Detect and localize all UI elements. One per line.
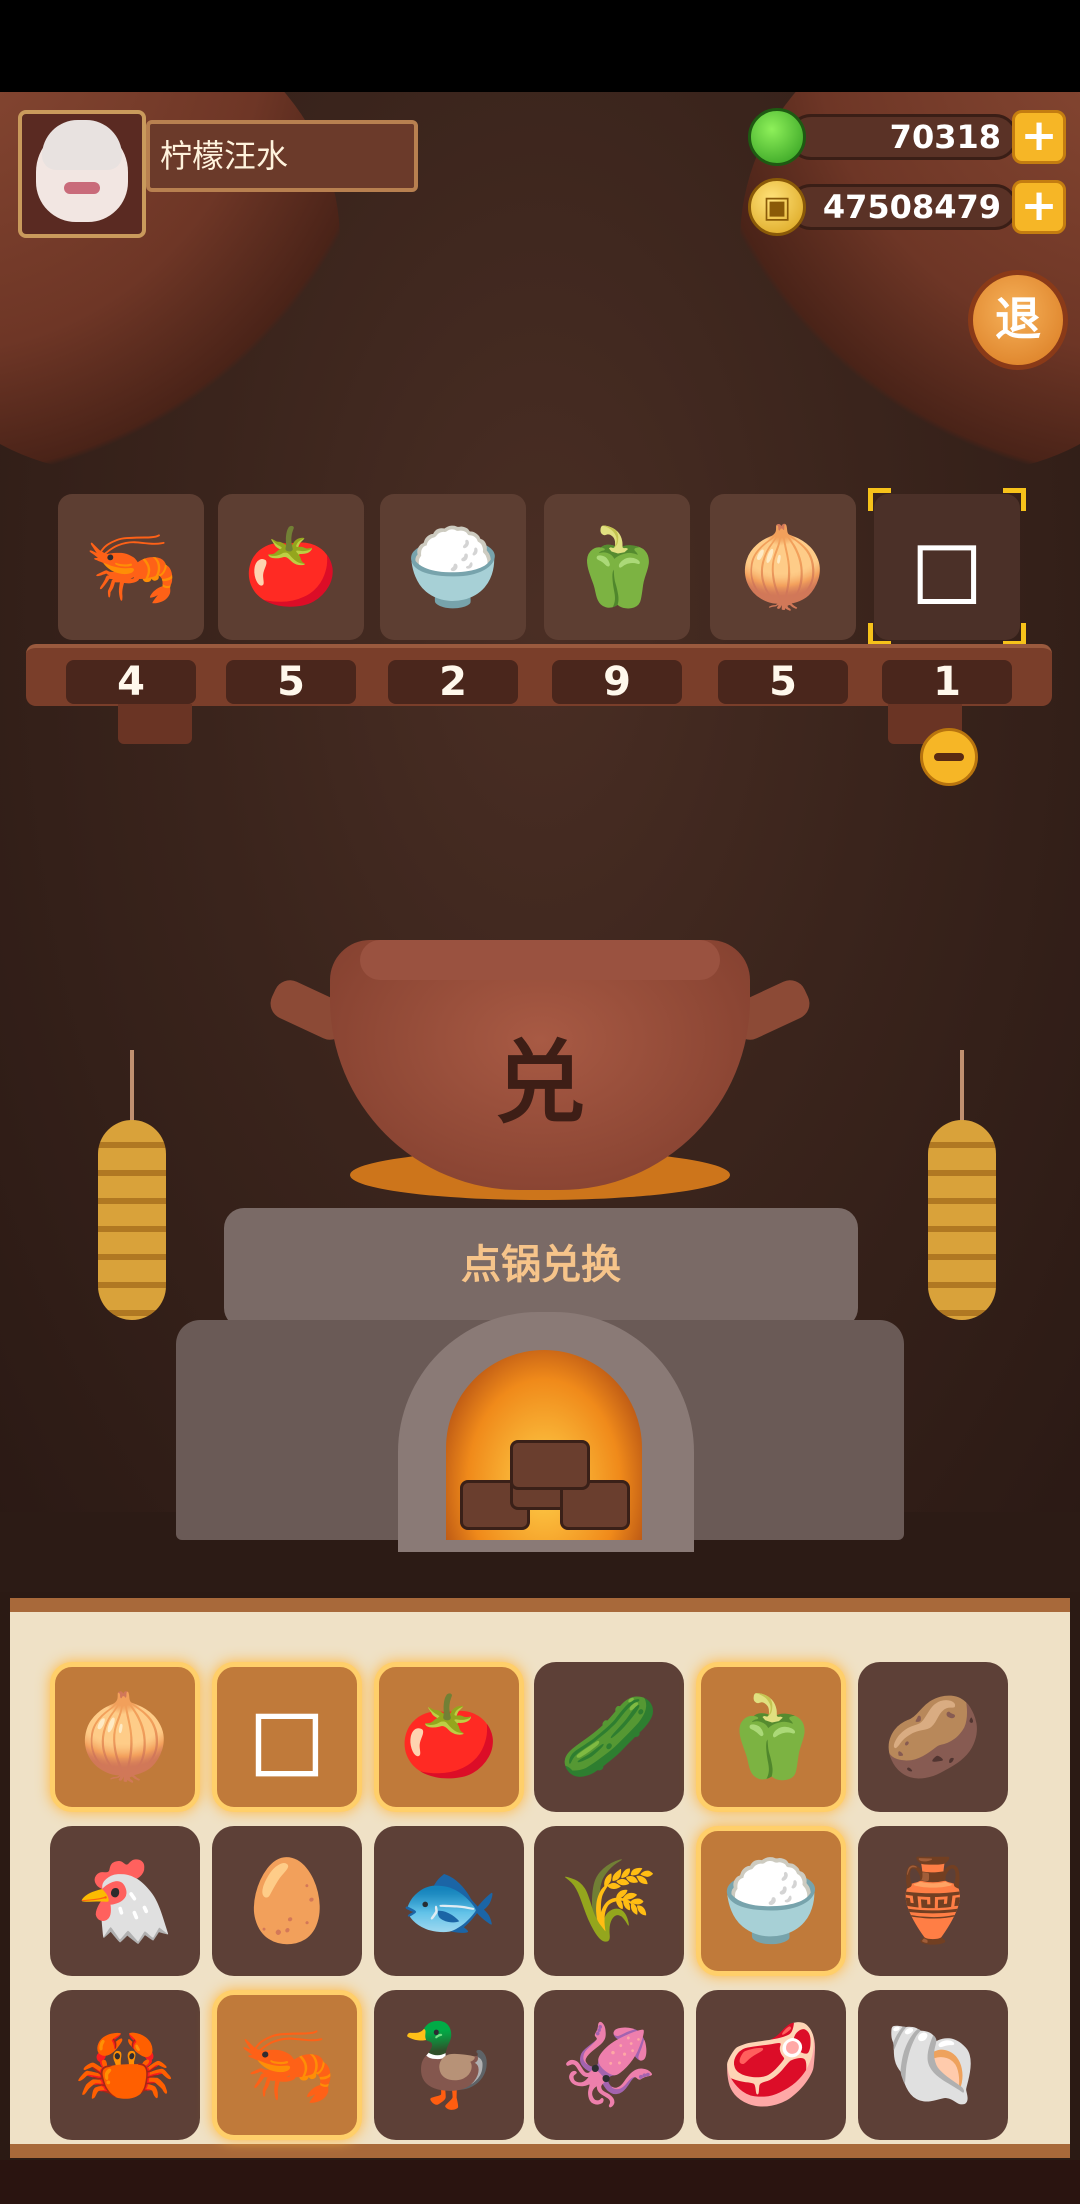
username: 柠檬汪水	[146, 120, 418, 192]
inventory-item-green-pepper[interactable]: 🫑	[696, 1662, 846, 1812]
selection-corner	[1003, 488, 1026, 511]
coin-icon: ▣	[748, 178, 806, 236]
inventory-item-tomato[interactable]: 🍅	[374, 1662, 524, 1812]
squid-icon: 🦑	[559, 2018, 659, 2111]
nav-bar	[0, 2160, 1080, 2204]
chicken-icon: 🐔	[75, 1854, 175, 1947]
rice-bowl-icon: 🍚	[405, 522, 501, 611]
shrimp-icon: 🦐	[237, 2018, 337, 2111]
selected-slot-tomato[interactable]: 🍅	[218, 494, 364, 640]
shrimp-icon: 🦐	[83, 522, 179, 611]
inventory-item-fish[interactable]: 🐟	[374, 1826, 524, 1976]
gem-icon	[748, 108, 806, 166]
exit-button[interactable]: 退	[968, 270, 1068, 370]
selected-slot-scallion[interactable]: 🧅	[710, 494, 856, 640]
ingredient-count: 1	[882, 660, 1012, 704]
inventory-item-meat[interactable]: 🥩	[696, 1990, 846, 2140]
inventory-panel: 🧅 ◻ 🍅 🥒 🫑 🥔 🐔 🥚 🐟 🌾 🍚 🏺 🦀 🦐 🦆 🦑 🥩 🐚	[10, 1598, 1070, 2158]
cucumber-icon: 🥒	[559, 1690, 659, 1783]
selected-slot-tofu[interactable]: ◻	[868, 488, 1026, 646]
status-bar	[0, 0, 1080, 92]
inventory-item-jar[interactable]: 🏺	[858, 1826, 1008, 1976]
ingredient-count: 5	[226, 660, 356, 704]
ingredient-count: 9	[552, 660, 682, 704]
gem-counter: 70318 +	[748, 108, 1066, 166]
inventory-item-squid[interactable]: 🦑	[534, 1990, 684, 2140]
ingredient-count: 5	[718, 660, 848, 704]
green-pepper-icon: 🫑	[721, 1690, 821, 1783]
scallion-icon: 🧅	[75, 1690, 175, 1783]
meat-icon: 🥩	[721, 2018, 821, 2111]
inventory-item-flour-sack[interactable]: 🌾	[534, 1826, 684, 1976]
crab-icon: 🦀	[75, 2018, 175, 2111]
selection-corner	[868, 488, 891, 511]
hanging-corn-icon	[98, 1120, 166, 1320]
tofu-icon: ◻	[247, 1681, 327, 1793]
coin-amount: 47508479	[788, 184, 1018, 230]
selected-slot-rice-bowl[interactable]: 🍚	[380, 494, 526, 640]
selected-slot-shrimp[interactable]: 🦐	[58, 494, 204, 640]
string	[130, 1050, 134, 1130]
remove-ingredient-button[interactable]	[920, 728, 978, 786]
add-coins-button[interactable]: +	[1012, 180, 1066, 234]
inventory-item-crab[interactable]: 🦀	[50, 1990, 200, 2140]
duck-icon: 🦆	[399, 2018, 499, 2111]
inventory-item-chicken[interactable]: 🐔	[50, 1826, 200, 1976]
tomato-icon: 🍅	[399, 1690, 499, 1783]
inventory-item-potato[interactable]: 🥔	[858, 1662, 1008, 1812]
inventory-item-rice-bowl[interactable]: 🍚	[696, 1826, 846, 1976]
pot-rim	[360, 940, 720, 980]
avatar[interactable]	[18, 110, 146, 238]
clam-icon: 🐚	[883, 2018, 983, 2111]
shelf-bracket	[118, 704, 192, 744]
inventory-item-shrimp[interactable]: 🦐	[212, 1990, 362, 2140]
tomato-icon: 🍅	[243, 522, 339, 611]
inventory-item-clam[interactable]: 🐚	[858, 1990, 1008, 2140]
potato-icon: 🥔	[883, 1690, 983, 1783]
selected-slot-green-pepper[interactable]: 🫑	[544, 494, 690, 640]
firewood-icon	[460, 1440, 630, 1540]
egg-icon: 🥚	[237, 1854, 337, 1947]
inventory-item-scallion[interactable]: 🧅	[50, 1662, 200, 1812]
ingredient-count: 2	[388, 660, 518, 704]
avatar-face-icon	[36, 120, 128, 222]
inventory-item-egg[interactable]: 🥚	[212, 1826, 362, 1976]
exchange-label: 点锅兑换	[461, 1242, 621, 1288]
selection-corner	[868, 623, 891, 646]
green-pepper-icon: 🫑	[569, 522, 665, 611]
inventory-item-tofu[interactable]: ◻	[212, 1662, 362, 1812]
flour-sack-icon: 🌾	[559, 1854, 659, 1947]
add-gems-button[interactable]: +	[1012, 110, 1066, 164]
jar-icon: 🏺	[883, 1854, 983, 1947]
pot-character: 兑	[495, 1031, 585, 1136]
ingredient-count: 4	[66, 660, 196, 704]
hanging-corn-icon	[928, 1120, 996, 1320]
coin-counter: 47508479 ▣ +	[748, 178, 1066, 236]
inventory-item-duck[interactable]: 🦆	[374, 1990, 524, 2140]
inventory-item-cucumber[interactable]: 🥒	[534, 1662, 684, 1812]
scallion-icon: 🧅	[735, 522, 831, 611]
rice-bowl-icon: 🍚	[721, 1854, 821, 1947]
selection-corner	[1003, 623, 1026, 646]
fish-icon: 🐟	[399, 1854, 499, 1947]
gem-amount: 70318	[788, 114, 1018, 160]
tofu-icon: ◻	[909, 514, 985, 620]
string	[960, 1050, 964, 1130]
